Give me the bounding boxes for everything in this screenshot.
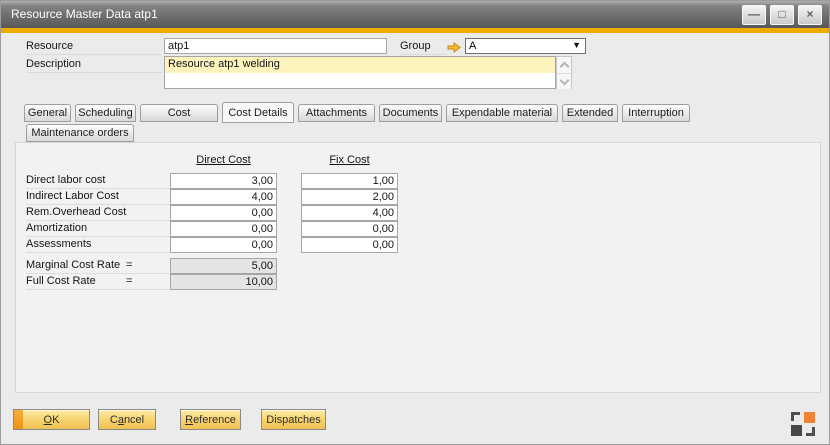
- label-part: eference: [193, 414, 236, 426]
- titlebar: Resource Master Data atp1 — □ ×: [1, 1, 829, 28]
- row-direct-labor-cost: Direct labor cost: [16, 173, 820, 189]
- group-dropdown[interactable]: A ▼: [465, 38, 586, 54]
- label-part: R: [185, 414, 193, 426]
- row-label: Amortization: [26, 222, 170, 237]
- cost-details-panel: Direct Cost Fix Cost Direct labor cost I…: [15, 142, 821, 393]
- tab-extended[interactable]: Extended: [562, 104, 618, 122]
- marginal-cost-rate-value: [170, 258, 277, 274]
- tab-bar-row1: General Scheduling Cost Cost Details Att…: [24, 104, 694, 123]
- cancel-button[interactable]: Cancel: [98, 409, 156, 430]
- amortization-direct-input[interactable]: [170, 221, 277, 237]
- dispatches-button[interactable]: Dispatches: [261, 409, 326, 430]
- row-full-cost-rate: Full Cost Rate =: [16, 274, 820, 290]
- rem-overhead-cost-direct-input[interactable]: [170, 205, 277, 221]
- row-amortization: Amortization: [16, 221, 820, 237]
- direct-labor-cost-direct-input[interactable]: [170, 173, 277, 189]
- minimize-icon[interactable]: —: [742, 5, 766, 25]
- reference-button[interactable]: Reference: [180, 409, 241, 430]
- tab-maintenance-orders[interactable]: Maintenance orders: [26, 124, 134, 142]
- maximize-icon[interactable]: □: [770, 5, 794, 25]
- label-part: O: [44, 414, 53, 426]
- window-controls: — □ ×: [742, 5, 822, 25]
- description-scrollbar[interactable]: [556, 56, 572, 89]
- expand-form-icon[interactable]: [790, 411, 816, 437]
- row-indirect-labor-cost: Indirect Labor Cost: [16, 189, 820, 205]
- group-label: Group: [400, 40, 446, 55]
- tab-interruption[interactable]: Interruption: [622, 104, 690, 122]
- chevron-down-icon: ▼: [572, 40, 581, 50]
- tab-documents[interactable]: Documents: [379, 104, 442, 122]
- ok-button[interactable]: OK: [13, 409, 90, 430]
- chevron-down-icon: [560, 75, 570, 85]
- label-part: C: [110, 414, 118, 426]
- assessments-fix-input[interactable]: [301, 237, 398, 253]
- scroll-up-button[interactable]: [557, 57, 571, 74]
- amortization-fix-input[interactable]: [301, 221, 398, 237]
- scroll-down-button[interactable]: [557, 74, 571, 90]
- row-assessments: Assessments: [16, 237, 820, 253]
- row-label: Direct labor cost: [26, 174, 170, 189]
- assessments-direct-input[interactable]: [170, 237, 277, 253]
- tab-scheduling[interactable]: Scheduling: [75, 104, 136, 122]
- equals-sign: =: [126, 275, 132, 287]
- tab-bar-row2: Maintenance orders: [26, 124, 138, 142]
- row-marginal-cost-rate: Marginal Cost Rate =: [16, 258, 820, 274]
- fix-cost-column-header: Fix Cost: [301, 154, 398, 166]
- label-part: ncel: [124, 414, 144, 426]
- label-part: Dispatches: [266, 414, 320, 426]
- tab-cost-details[interactable]: Cost Details: [222, 102, 294, 123]
- direct-labor-cost-fix-input[interactable]: [301, 173, 398, 189]
- row-rem-overhead-cost: Rem.Overhead Cost: [16, 205, 820, 221]
- row-label: Full Cost Rate: [26, 275, 170, 290]
- tab-attachments[interactable]: Attachments: [298, 104, 375, 122]
- row-label: Marginal Cost Rate: [26, 259, 170, 274]
- row-label: Assessments: [26, 238, 170, 253]
- indirect-labor-cost-direct-input[interactable]: [170, 189, 277, 205]
- accent-stripe: [1, 28, 829, 33]
- tab-general[interactable]: General: [24, 104, 71, 122]
- indirect-labor-cost-fix-input[interactable]: [301, 189, 398, 205]
- description-input[interactable]: Resource atp1 welding: [164, 56, 556, 89]
- row-label: Indirect Labor Cost: [26, 190, 170, 205]
- chevron-up-icon: [560, 62, 570, 72]
- resource-label: Resource: [26, 40, 162, 55]
- row-label: Rem.Overhead Cost: [26, 206, 170, 221]
- equals-sign: =: [126, 259, 132, 271]
- description-text: Resource atp1 welding: [165, 57, 555, 73]
- group-selected-value: A: [469, 40, 476, 52]
- full-cost-rate-value: [170, 274, 277, 290]
- tab-expendable-material[interactable]: Expendable material: [446, 104, 558, 122]
- window-title: Resource Master Data atp1: [11, 1, 158, 28]
- description-label: Description: [26, 58, 162, 73]
- label-part: K: [52, 414, 59, 426]
- close-icon[interactable]: ×: [798, 5, 822, 25]
- resource-input[interactable]: [164, 38, 387, 54]
- resource-master-data-window: Resource Master Data atp1 — □ × Resource…: [0, 0, 830, 445]
- tab-cost[interactable]: Cost: [140, 104, 218, 122]
- direct-cost-column-header: Direct Cost: [170, 154, 277, 166]
- rem-overhead-cost-fix-input[interactable]: [301, 205, 398, 221]
